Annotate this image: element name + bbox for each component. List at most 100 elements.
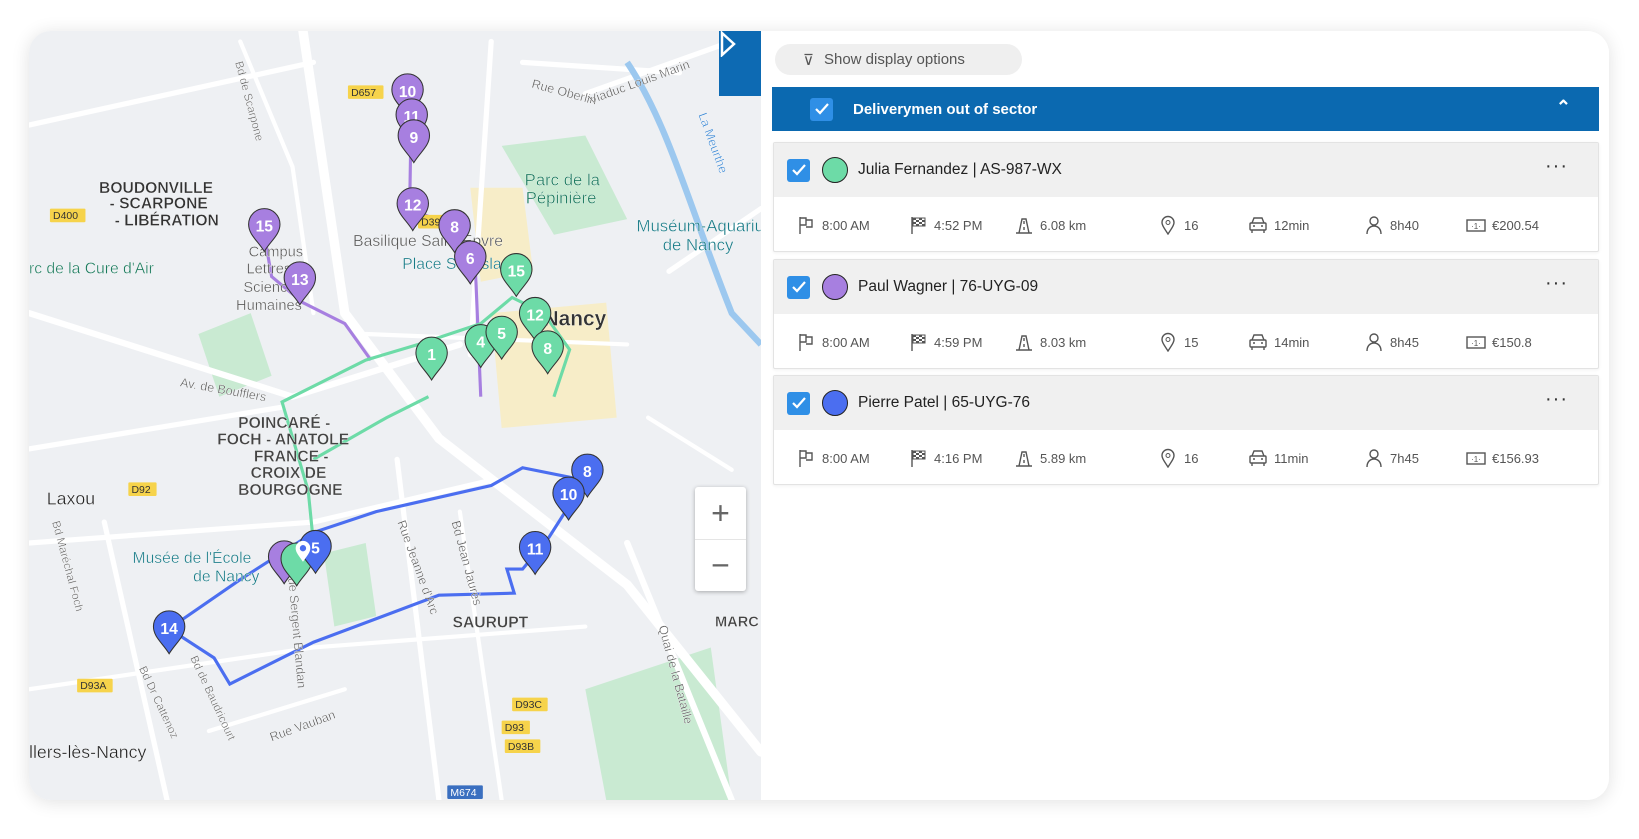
stat-end: 4:59 PM	[908, 332, 982, 352]
stat-end: 4:16 PM	[908, 448, 982, 468]
flag-icon	[799, 217, 813, 234]
zoom-in-button[interactable]: +	[695, 487, 746, 539]
stat-drive-value: 11min	[1274, 450, 1309, 466]
check-icon	[791, 397, 806, 409]
stat-cost: ·1· €150.8	[1466, 332, 1532, 352]
marker-label: 9	[409, 130, 418, 147]
map-label: Nancy	[543, 308, 606, 331]
chevron-right-icon	[720, 31, 736, 57]
stat-stops-value: 16	[1184, 217, 1199, 233]
person-icon	[1366, 216, 1382, 235]
map-marker-green[interactable]: 1	[415, 336, 448, 381]
filter-icon: ⊽	[803, 51, 814, 69]
svg-text:·1·: ·1·	[1471, 455, 1481, 464]
group-header[interactable]: Deliverymen out of sector ⌃	[772, 87, 1599, 131]
stat-end-value: 4:59 PM	[934, 334, 983, 350]
group-title: Deliverymen out of sector	[853, 100, 1038, 118]
group-checkbox[interactable]	[810, 97, 833, 121]
chevron-up-icon[interactable]: ⌃	[1556, 97, 1571, 118]
map-label: CROIX DE	[251, 465, 327, 482]
stat-distance-value: 5.89 km	[1040, 450, 1087, 466]
road-shield: D657	[347, 85, 384, 99]
check-icon	[814, 103, 829, 115]
svg-text:D93B: D93B	[508, 742, 534, 753]
flag-icon	[799, 334, 813, 351]
stat-duration: 8h45	[1364, 332, 1419, 352]
map-marker-blue[interactable]: 10	[552, 476, 585, 521]
stat-start: 8:00 AM	[796, 215, 870, 235]
more-options-icon[interactable]: ···	[1545, 155, 1568, 178]
stat-start: 8:00 AM	[796, 332, 870, 352]
map-label: llers-lès-Nancy	[29, 742, 147, 762]
finish-icon	[911, 334, 926, 351]
collapse-panel-button[interactable]	[719, 31, 761, 96]
stat-end: 4:52 PM	[908, 215, 982, 235]
driver-checkbox[interactable]	[787, 158, 810, 182]
zoom-control: + −	[695, 487, 746, 591]
map-label: Humaines	[236, 298, 302, 314]
road-shield: D93	[501, 720, 530, 735]
map-label: Viaduc Louis Marin	[587, 57, 692, 107]
map-label: BOURGOGNE	[238, 482, 342, 499]
driver-card[interactable]: Julia Fernandez | AS-987-WX ··· 8:00 AM 4:5…	[773, 142, 1599, 252]
svg-text:D657: D657	[351, 88, 376, 99]
map-label: SAURUPT	[453, 615, 529, 632]
money-icon: ·1·	[1466, 219, 1486, 232]
stat-stops: 16	[1158, 448, 1198, 468]
driver-card-header[interactable]: Julia Fernandez | AS-987-WX ···	[774, 143, 1598, 197]
road-icon	[1016, 335, 1032, 351]
marker-label: 4	[476, 335, 485, 352]
map-marker-purple[interactable]: 9	[397, 119, 431, 164]
road-shield: D400	[49, 208, 86, 223]
stat-duration-value: 8h45	[1390, 334, 1419, 350]
driver-card[interactable]: Paul Wagner | 76-UYG-09 ··· 8:00 AM 4:59 PM…	[773, 259, 1599, 369]
map-canvas[interactable]: BOUDONVILLE- SCARPONE- LIBÉRATION Campus L…	[29, 31, 761, 800]
stat-duration-value: 7h45	[1390, 450, 1419, 466]
road-shield: D93B	[504, 739, 541, 753]
app-frame: BOUDONVILLE - SCARPONE - LIBÉRATION Campus L…	[29, 31, 1609, 800]
svg-text:D93A: D93A	[80, 681, 106, 692]
more-options-icon[interactable]: ···	[1545, 388, 1568, 411]
driver-checkbox[interactable]	[787, 275, 810, 299]
svg-text:·1·: ·1·	[1471, 222, 1481, 231]
marker-label: 13	[291, 272, 309, 289]
svg-text:D93: D93	[505, 723, 524, 734]
flag-icon	[799, 450, 813, 467]
driver-name: Julia Fernandez | AS-987-WX	[858, 161, 1062, 178]
map-label: Laxou	[47, 488, 95, 508]
stat-start-value: 8:00 AM	[822, 334, 870, 350]
map-label: de Nancy	[663, 235, 734, 254]
stat-duration-value: 8h40	[1390, 217, 1419, 233]
map[interactable]: BOUDONVILLE - SCARPONE - LIBÉRATION Campus L…	[29, 31, 761, 800]
marker-label: 8	[543, 341, 552, 358]
map-label: Bd Maréchal Foch	[49, 520, 85, 613]
svg-text:D39: D39	[421, 217, 440, 228]
driver-card-header[interactable]: Pierre Patel | 65-UYG-76 ···	[774, 376, 1598, 430]
map-marker-green[interactable]: 15	[500, 253, 533, 298]
stat-distance: 8.03 km	[1014, 332, 1086, 352]
show-display-options-button[interactable]: ⊽ Show display options	[775, 44, 1022, 75]
marker-label: 8	[583, 464, 592, 481]
zoom-out-button[interactable]: −	[695, 539, 746, 591]
driver-checkbox[interactable]	[787, 391, 810, 415]
svg-text:D93C: D93C	[515, 700, 542, 711]
road-icon	[1016, 218, 1032, 234]
pin-icon	[1161, 215, 1175, 235]
map-label: Parc de la	[525, 171, 601, 190]
pin-icon	[1161, 332, 1175, 352]
marker-label: 15	[256, 219, 274, 236]
marker-label: 5	[497, 326, 506, 343]
stat-end-value: 4:16 PM	[934, 450, 983, 466]
more-options-icon[interactable]: ···	[1545, 272, 1568, 295]
map-marker-blue[interactable]: 14	[152, 610, 186, 655]
stat-cost-value: €156.93	[1492, 450, 1539, 466]
svg-text:M674: M674	[450, 788, 476, 799]
map-label: Muséum-Aquarium	[637, 217, 761, 236]
driver-card[interactable]: Pierre Patel | 65-UYG-76 ··· 8:00 AM 4:16 P…	[773, 375, 1599, 485]
stat-stops: 15	[1158, 332, 1198, 352]
stat-stops-value: 16	[1184, 450, 1199, 466]
stat-duration: 8h40	[1364, 215, 1419, 235]
driver-card-header[interactable]: Paul Wagner | 76-UYG-09 ···	[774, 260, 1598, 314]
stat-stops-value: 15	[1184, 334, 1199, 350]
driver-color-dot	[822, 274, 848, 300]
